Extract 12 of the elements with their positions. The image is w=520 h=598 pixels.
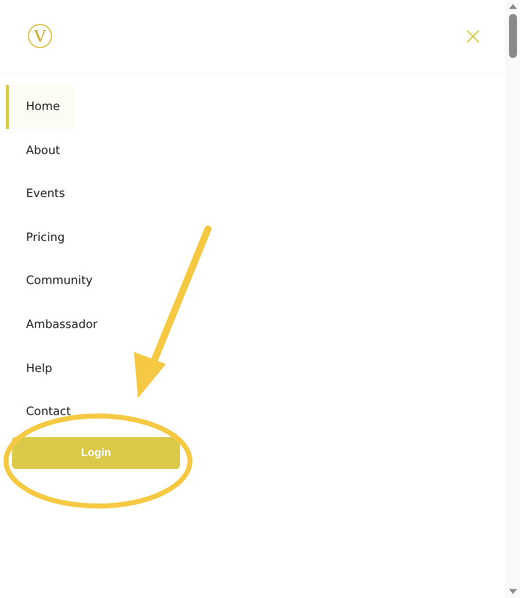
scroll-up-icon[interactable]: [508, 4, 516, 9]
scrollbar-thumb[interactable]: [508, 14, 516, 58]
nav-link[interactable]: Events: [6, 172, 79, 216]
nav-link[interactable]: Ambassador: [6, 302, 112, 347]
nav-link[interactable]: About: [6, 128, 74, 172]
nav-link[interactable]: Community: [6, 259, 107, 303]
nav-link[interactable]: Help: [6, 346, 66, 390]
nav-link[interactable]: Pricing: [6, 216, 79, 260]
scrollbar[interactable]: [505, 0, 520, 598]
nav-link[interactable]: Contact: [6, 390, 85, 434]
scroll-down-icon[interactable]: [508, 589, 516, 594]
nav-link[interactable]: Home: [6, 85, 74, 129]
